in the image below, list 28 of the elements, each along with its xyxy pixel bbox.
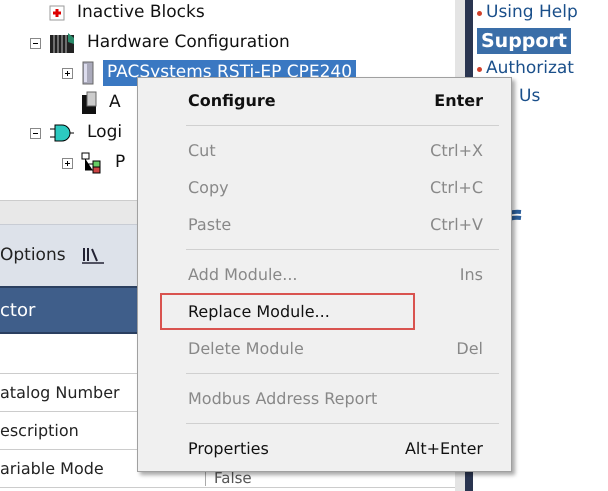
property-name: ariable Mode	[0, 458, 105, 480]
bullet-icon	[477, 66, 482, 72]
library-icon[interactable]	[82, 246, 104, 264]
tree-item[interactable]: A	[105, 90, 125, 116]
module-icon	[81, 91, 97, 115]
property-name: escription	[0, 420, 80, 442]
menu-item[interactable]: Replace Module...	[160, 293, 415, 330]
help-heading: Support	[477, 28, 571, 54]
panel-title: ctor	[0, 298, 36, 322]
tree-item[interactable]: Hardware Configuration	[83, 30, 294, 56]
module-icon	[81, 61, 95, 85]
rack-icon	[49, 32, 75, 54]
hierarchy-icon	[81, 152, 103, 174]
toolbar-tab[interactable]: Options	[0, 242, 66, 268]
bullet-icon	[477, 10, 482, 16]
logic-gate-icon	[49, 124, 75, 142]
help-link[interactable]: Us	[519, 84, 540, 110]
help-link[interactable]: Using Help	[486, 0, 578, 26]
tree-item[interactable]: P	[111, 150, 130, 176]
expand-icon[interactable]	[62, 68, 73, 78]
expand-icon[interactable]	[62, 158, 73, 168]
block-icon	[49, 5, 65, 21]
menu-item[interactable]: Properties Alt+Enter	[160, 430, 503, 467]
collapse-icon[interactable]	[30, 38, 41, 48]
help-link[interactable]: Authorizat	[486, 56, 574, 82]
tree-item[interactable]: Logi	[83, 120, 126, 146]
tree-item[interactable]: Inactive Blocks	[73, 0, 209, 26]
collapse-icon[interactable]	[30, 128, 41, 138]
